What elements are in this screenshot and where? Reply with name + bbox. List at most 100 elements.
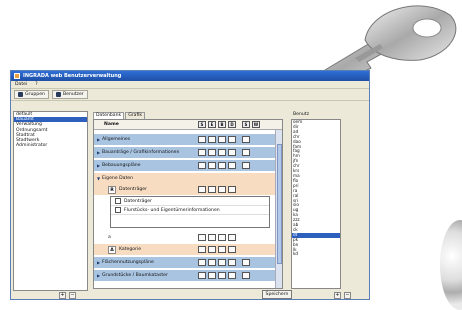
- row-label: Bebauungspläne: [102, 163, 141, 168]
- permission-checkbox[interactable]: [218, 186, 226, 193]
- app-window: INGRADA web Benutzerverwaltung Datei ? G…: [10, 70, 370, 300]
- permission-checkbox[interactable]: [242, 259, 250, 266]
- group-list[interactable]: default Bauamt Verwaltung Ordnungsamt St…: [13, 111, 88, 291]
- remove-user-button[interactable]: −: [344, 292, 351, 299]
- toolbar: Gruppen Benutzer: [11, 89, 369, 101]
- table-row[interactable]: R Datenträger: [94, 184, 276, 195]
- vertical-scrollbar[interactable]: [275, 130, 282, 288]
- permission-checkbox[interactable]: [218, 272, 226, 279]
- add-group-button[interactable]: +: [59, 292, 66, 299]
- option-checkbox[interactable]: [115, 207, 121, 213]
- permission-checkbox[interactable]: [198, 186, 206, 193]
- r-type-icon: R: [108, 185, 116, 194]
- permission-checkbox[interactable]: [228, 246, 236, 253]
- row-label: Datenträger: [119, 187, 148, 192]
- save-button[interactable]: Speichern: [262, 290, 292, 299]
- permission-checkbox[interactable]: [242, 272, 250, 279]
- permission-checkbox[interactable]: [228, 149, 236, 156]
- permission-checkbox[interactable]: [198, 259, 206, 266]
- permission-checkbox[interactable]: [208, 259, 216, 266]
- option-checkbox[interactable]: [115, 198, 121, 204]
- add-user-button[interactable]: +: [334, 292, 341, 299]
- remove-group-button[interactable]: −: [69, 292, 76, 299]
- title-bar: INGRADA web Benutzerverwaltung: [11, 71, 369, 81]
- groups-button[interactable]: Gruppen: [14, 90, 49, 99]
- column-header: W: [252, 121, 260, 128]
- table-row[interactable]: ▶ Grundstücke / Baumkataster: [94, 270, 276, 281]
- groups-icon: [18, 92, 23, 97]
- users-panel-label: Benutz: [293, 112, 310, 117]
- permission-checkbox[interactable]: [198, 234, 206, 241]
- window-title: INGRADA web Benutzerverwaltung: [23, 73, 122, 79]
- users-button[interactable]: Benutzer: [51, 90, 88, 99]
- table-row[interactable]: A Kategorie: [94, 244, 276, 255]
- menu-help[interactable]: ?: [35, 82, 37, 87]
- permission-checkbox[interactable]: [198, 162, 206, 169]
- tab-datenbank[interactable]: Datenbank: [93, 112, 125, 119]
- permission-checkbox[interactable]: [198, 136, 206, 143]
- decorative-blur: [440, 220, 462, 310]
- row-label: Bauanträge / Grafikinformationen: [102, 150, 180, 155]
- list-item[interactable]: Administrator: [14, 143, 87, 148]
- tab-grafik[interactable]: Grafik: [125, 112, 146, 119]
- permission-checkbox[interactable]: [218, 136, 226, 143]
- row-label: a: [108, 235, 111, 240]
- permission-checkbox[interactable]: [242, 136, 250, 143]
- permission-checkbox[interactable]: [228, 272, 236, 279]
- permission-checkbox[interactable]: [242, 162, 250, 169]
- row-label: Kategorie: [119, 247, 142, 252]
- menu-datei[interactable]: Datei: [15, 82, 27, 87]
- column-name-header: Name: [104, 122, 119, 127]
- permissions-grid: Name S E B D S W ▶ Allgemeines ▶ Bauanträg…: [93, 119, 283, 289]
- row-label: Allgemeines: [102, 137, 131, 142]
- table-row[interactable]: ▶ Bauanträge / Grafikinformationen: [94, 147, 276, 158]
- column-header: B: [218, 121, 226, 128]
- dropdown-option[interactable]: Flurstücks- und Eigentümerinformationen: [111, 206, 269, 215]
- permission-checkbox[interactable]: [208, 136, 216, 143]
- permission-checkbox[interactable]: [198, 246, 206, 253]
- grid-header: Name S E B D S W: [94, 120, 282, 130]
- permission-checkbox[interactable]: [228, 259, 236, 266]
- option-label: Flurstücks- und Eigentümerinformationen: [124, 207, 220, 213]
- row-label: Grundstücke / Baumkataster: [102, 273, 168, 278]
- permission-checkbox[interactable]: [198, 272, 206, 279]
- table-row[interactable]: ▼ Eigene Daten: [94, 173, 276, 184]
- menu-bar: Datei ?: [11, 81, 369, 89]
- permission-checkbox[interactable]: [218, 234, 226, 241]
- row-label: Eigene Daten: [102, 176, 134, 181]
- layer-dropdown[interactable]: Datenträger Flurstücks- und Eigentümerin…: [110, 196, 270, 228]
- permission-checkbox[interactable]: [218, 149, 226, 156]
- permission-checkbox[interactable]: [208, 149, 216, 156]
- table-row[interactable]: a: [94, 232, 276, 243]
- column-header: S: [198, 121, 206, 128]
- permission-checkbox[interactable]: [208, 234, 216, 241]
- a-type-icon: A: [108, 245, 116, 254]
- table-row[interactable]: ▶ Flächennutzungspläne: [94, 257, 276, 268]
- permission-checkbox[interactable]: [208, 272, 216, 279]
- row-label: Flächennutzungspläne: [102, 260, 154, 265]
- dropdown-option[interactable]: Datenträger: [111, 197, 269, 206]
- user-item[interactable]: kd: [292, 252, 340, 257]
- permission-checkbox[interactable]: [242, 149, 250, 156]
- permission-checkbox[interactable]: [208, 162, 216, 169]
- permission-checkbox[interactable]: [208, 186, 216, 193]
- permission-columns: S E B D S W: [198, 121, 260, 128]
- permission-checkbox[interactable]: [218, 259, 226, 266]
- option-label: Datenträger: [124, 198, 153, 204]
- column-header: E: [208, 121, 216, 128]
- permission-checkbox[interactable]: [218, 162, 226, 169]
- table-row[interactable]: ▶ Bebauungspläne: [94, 160, 276, 171]
- user-icon: [55, 92, 61, 97]
- permission-checkbox[interactable]: [218, 246, 226, 253]
- table-row[interactable]: ▶ Allgemeines: [94, 134, 276, 145]
- permission-checkbox[interactable]: [228, 162, 236, 169]
- column-header: D: [228, 121, 236, 128]
- permission-checkbox[interactable]: [228, 234, 236, 241]
- user-list[interactable]: oem dir ad chr dao fam fag hrn jfn chr krs ma flo pri…: [291, 119, 341, 289]
- permission-checkbox[interactable]: [228, 186, 236, 193]
- groups-label: Gruppen: [25, 92, 45, 97]
- scrollbar-thumb[interactable]: [277, 144, 282, 264]
- permission-checkbox[interactable]: [208, 246, 216, 253]
- permission-checkbox[interactable]: [198, 149, 206, 156]
- permission-checkbox[interactable]: [228, 136, 236, 143]
